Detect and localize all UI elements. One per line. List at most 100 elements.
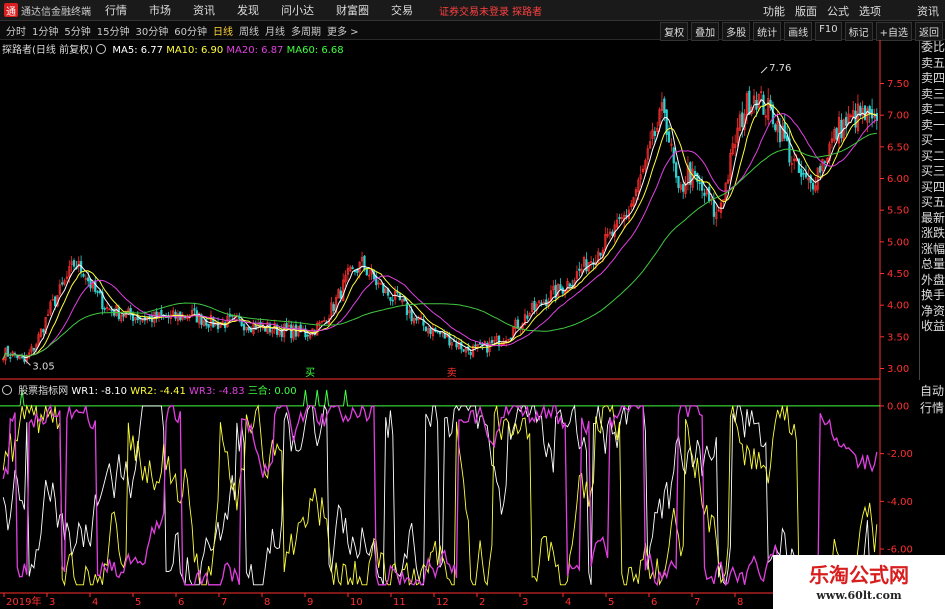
candle-body	[54, 296, 57, 307]
candle-body	[667, 131, 671, 143]
candle-body	[568, 283, 571, 287]
side-item[interactable]: 买二	[920, 149, 945, 165]
ma-line-ma10	[2, 102, 877, 359]
side-item-auto[interactable]: 自动	[919, 383, 945, 400]
ma-line-ma20	[2, 112, 878, 359]
candle-body	[748, 90, 751, 115]
time-tick-label: 7	[221, 597, 227, 608]
time-tick-label: 8	[264, 597, 270, 608]
candle-body	[693, 171, 697, 176]
high-price-label: 7.76	[769, 63, 791, 74]
ma-line-ma5	[2, 98, 877, 359]
stock-name-label: 探路者(日线 前复权)	[2, 45, 93, 56]
side-item[interactable]: 总量	[920, 257, 945, 273]
low-price-label: 3.05	[32, 361, 54, 372]
side-item[interactable]: 外盘	[920, 273, 945, 289]
candle-body	[351, 267, 354, 269]
side-item[interactable]: 涨跌	[920, 226, 945, 242]
candle-body	[82, 273, 85, 277]
price-tick-label: 4.00	[887, 301, 909, 312]
candle-body	[117, 307, 121, 320]
candle-body	[682, 183, 685, 192]
candle-body	[160, 309, 163, 317]
price-tick-label: 5.00	[887, 237, 909, 248]
legend-wr2: WR2: -4.41	[130, 386, 186, 397]
candle-body	[490, 340, 494, 344]
candle-body	[379, 283, 383, 285]
side-item[interactable]: 换手	[920, 288, 945, 304]
kline-chart-canvas[interactable]: 3.00 3.50 4.00 4.50 5.00 5.50 6.00 6.50 7.00 7.50…	[0, 0, 945, 609]
auto-quote-panel: 自动 行情	[919, 383, 945, 417]
candle-body	[72, 260, 76, 267]
candle-body	[193, 308, 196, 311]
side-item[interactable]: 买五	[920, 195, 945, 211]
time-tick-label: 4	[565, 597, 571, 608]
candle-body	[712, 200, 716, 217]
candle-body	[778, 124, 782, 143]
price-tick-label: 7.00	[887, 111, 909, 122]
time-tick-label: 10	[350, 597, 363, 608]
time-tick-label: 5	[135, 597, 141, 608]
time-tick-label: 2019年	[6, 595, 41, 608]
side-item[interactable]: 卖四	[920, 71, 945, 87]
time-tick-label: 6	[651, 597, 657, 608]
indicator-tick-label: -2.00	[887, 449, 913, 460]
watermark-title: 乐淘公式网	[809, 563, 909, 587]
candle-body	[122, 314, 125, 317]
candle-body	[578, 268, 581, 271]
price-tick-label: 5.50	[887, 206, 909, 217]
side-item[interactable]: 涨幅	[920, 242, 945, 258]
time-tick-label: 5	[608, 597, 614, 608]
legend-ma10: MA10: 6.90	[166, 45, 224, 56]
candle-body	[703, 192, 706, 196]
candle-body	[103, 308, 106, 310]
candle-body	[708, 186, 711, 202]
candle-body	[42, 329, 45, 333]
quote-side-panel: 委比 卖五 卖四 卖三 卖二 卖一 买一 买二 买三 买四 买五 最新 涨跌 涨…	[919, 40, 945, 380]
candle-body	[698, 182, 701, 184]
side-item[interactable]: 净资	[920, 304, 945, 320]
candle-body	[533, 300, 536, 311]
side-item[interactable]: 买四	[920, 180, 945, 196]
side-item[interactable]: 卖五	[920, 56, 945, 72]
price-tick-label: 3.00	[887, 364, 909, 375]
indicator-legend: 股票指标网 WR1: -8.10 WR2: -4.41 WR3: -4.83 三…	[2, 382, 297, 397]
candle-body	[96, 291, 99, 293]
indicator-settings-icon[interactable]	[2, 385, 12, 395]
ma-line-ma60	[2, 132, 877, 359]
side-item[interactable]: 卖一	[920, 118, 945, 134]
side-item[interactable]: 卖三	[920, 87, 945, 103]
candle-body	[804, 172, 808, 178]
candle-body	[391, 299, 394, 302]
legend-wr3: WR3: -4.83	[189, 386, 245, 397]
side-item[interactable]: 委比	[920, 40, 945, 56]
time-tick-label: 6	[178, 597, 184, 608]
legend-ma5: MA5: 6.77	[112, 45, 164, 56]
candle-body	[802, 172, 805, 175]
side-item[interactable]: 买三	[920, 164, 945, 180]
candle-body	[94, 280, 97, 292]
candle-body	[618, 216, 621, 220]
side-item[interactable]: 卖二	[920, 102, 945, 118]
high-marker-line	[760, 66, 768, 74]
price-tick-label: 6.00	[887, 174, 909, 185]
side-item-quotes[interactable]: 行情	[919, 400, 945, 417]
side-item[interactable]: 最新	[920, 211, 945, 227]
time-tick-label: 7	[694, 597, 700, 608]
settings-circle-icon[interactable]	[96, 44, 107, 54]
side-item[interactable]: 买一	[920, 133, 945, 149]
time-tick-label: 3	[49, 597, 55, 608]
candle-body	[339, 290, 342, 299]
candle-body	[469, 351, 472, 356]
candle-body	[762, 94, 765, 115]
indicator-tick-label: -6.00	[887, 545, 913, 556]
candle-body	[61, 282, 64, 285]
candle-body	[242, 323, 246, 331]
watermark-logo: 乐淘公式网 www.60lt.com	[773, 555, 945, 609]
price-tick-label: 7.50	[887, 79, 909, 90]
candle-body	[20, 356, 24, 358]
side-item[interactable]: 收益	[920, 319, 945, 335]
candle-body	[811, 182, 815, 190]
candle-body	[516, 319, 520, 329]
candle-body	[672, 147, 675, 164]
